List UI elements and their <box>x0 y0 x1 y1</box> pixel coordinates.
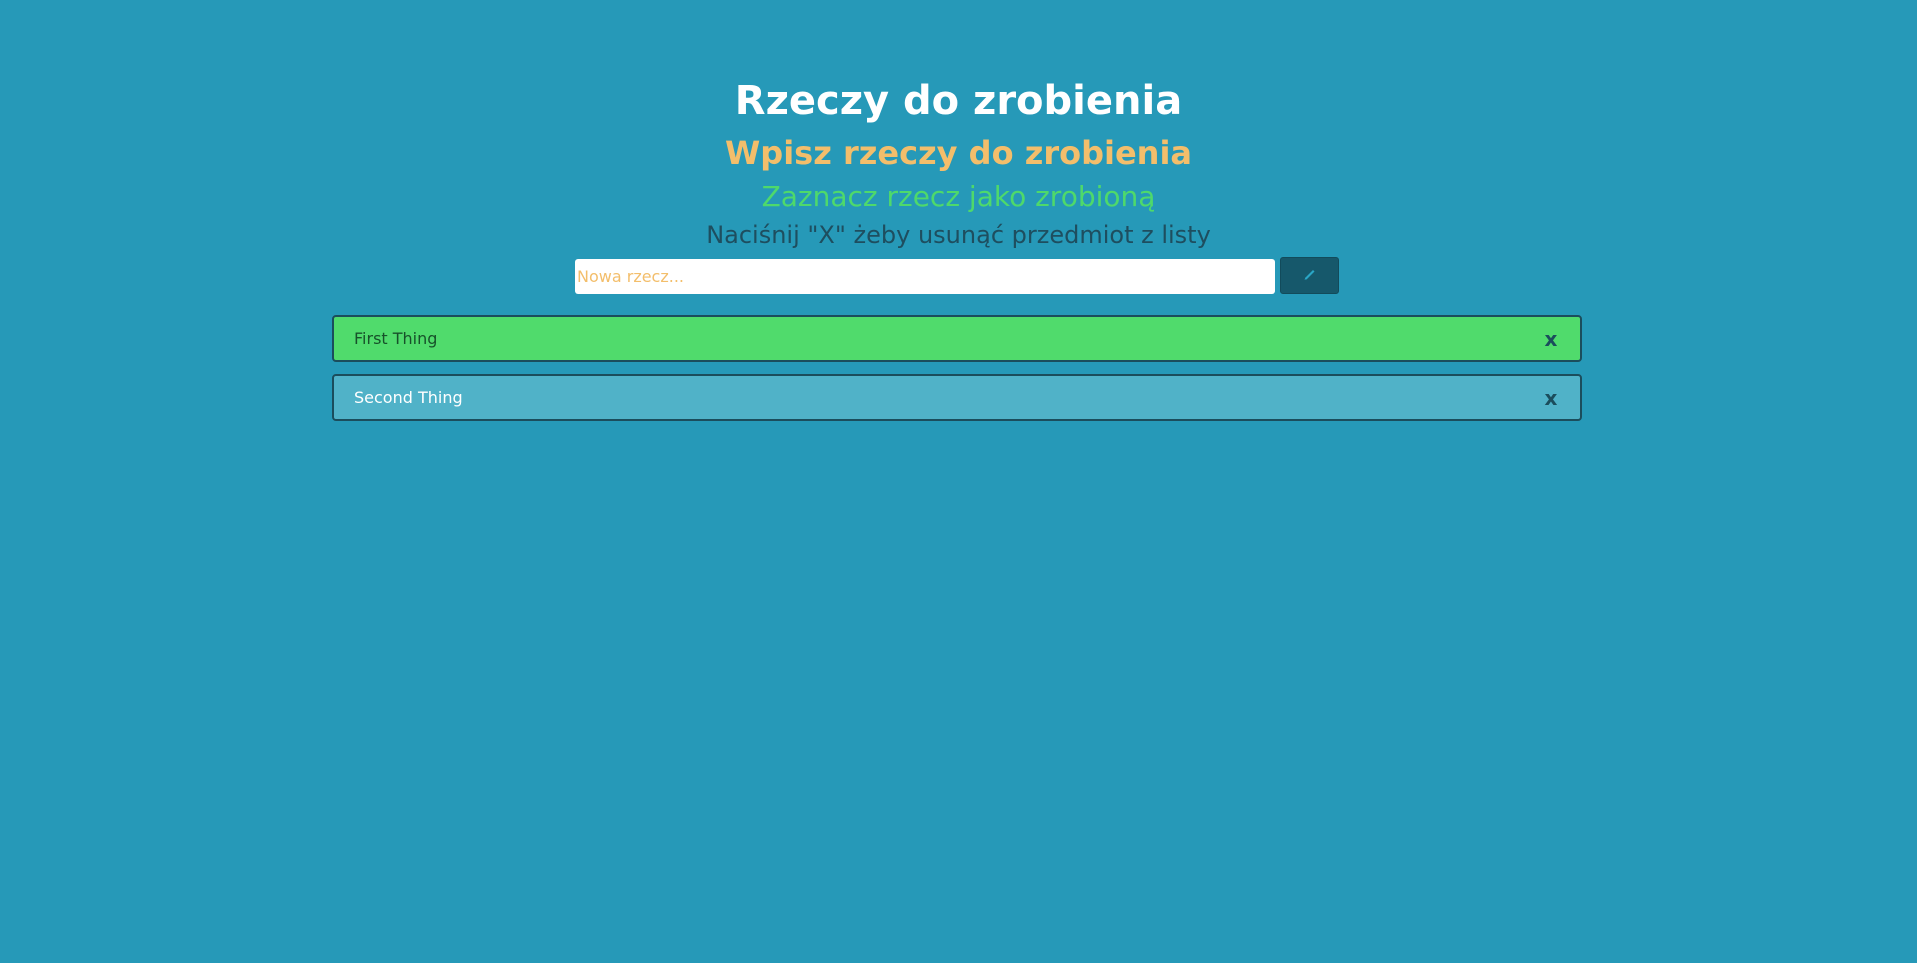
remove-item-button[interactable]: x <box>1540 327 1562 351</box>
page-subtitle: Wpisz rzeczy do zrobienia <box>724 134 1193 172</box>
todo-item-text: First Thing <box>354 329 438 348</box>
add-item-button[interactable] <box>1280 257 1339 294</box>
pencil-icon <box>1303 266 1317 285</box>
page-title: Rzeczy do zrobienia <box>734 78 1183 124</box>
todo-item-text: Second Thing <box>354 388 463 407</box>
instruction-remove: Naciśnij "X" żeby usunąć przedmiot z lis… <box>706 221 1211 249</box>
instruction-mark-done: Zaznacz rzecz jako zrobioną <box>761 180 1156 213</box>
remove-item-button[interactable]: x <box>1540 386 1562 410</box>
new-item-input[interactable] <box>575 259 1275 294</box>
todo-item[interactable]: Second Thing x <box>332 374 1582 421</box>
todo-app: Rzeczy do zrobienia Wpisz rzeczy do zrob… <box>0 0 1917 963</box>
todo-item-done[interactable]: First Thing x <box>332 315 1582 362</box>
